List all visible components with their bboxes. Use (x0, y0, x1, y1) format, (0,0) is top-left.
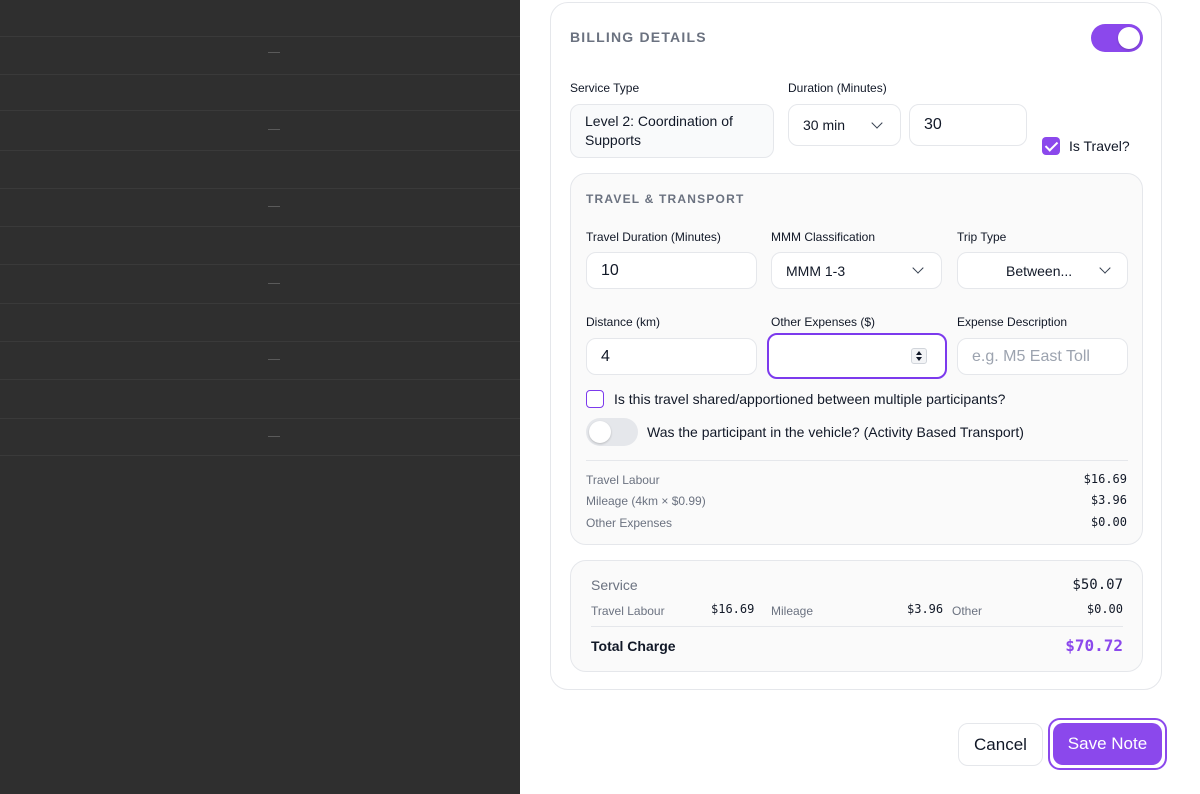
billing-details-title: BILLING DETAILS (570, 29, 707, 45)
backdrop-divider (0, 379, 520, 380)
backdrop-divider (0, 110, 520, 111)
duration-label: Duration (Minutes) (788, 81, 887, 95)
charge-summary: Service $50.07 Travel Labour $16.69 Mile… (570, 560, 1143, 672)
backdrop-dash (268, 283, 280, 284)
backdrop-divider (0, 36, 520, 37)
breakdown-divider (586, 460, 1128, 461)
other-expenses-label: Other Expenses ($) (771, 315, 876, 329)
backdrop-divider (0, 455, 520, 456)
summary-travel-labour-label: Travel Labour (591, 604, 665, 618)
service-value: $50.07 (1072, 577, 1123, 593)
backdrop-divider (0, 226, 520, 227)
mmm-select[interactable]: MMM 1-3 (771, 252, 942, 289)
mileage-value: $3.96 (1090, 493, 1127, 507)
expense-description-label: Expense Description (957, 315, 1068, 329)
is-travel-label: Is Travel? (1069, 138, 1130, 154)
service-label: Service (591, 577, 638, 593)
backdrop-divider (0, 418, 520, 419)
travel-duration-value: 10 (601, 261, 619, 279)
summary-mileage-value: $3.96 (907, 602, 944, 616)
travel-labour-label: Travel Labour (586, 473, 660, 487)
backdrop-divider (0, 341, 520, 342)
backdrop-divider (0, 264, 520, 265)
shared-travel-checkbox[interactable] (586, 390, 604, 408)
trip-type-value: Between... (1006, 262, 1073, 279)
total-charge-label: Total Charge (591, 638, 676, 654)
expense-description-input[interactable]: e.g. M5 East Toll (957, 338, 1128, 375)
save-note-button[interactable]: Save Note (1053, 723, 1162, 765)
mmm-value: MMM 1-3 (786, 262, 846, 279)
service-type-value: Level 2: Coordination of Supports (585, 113, 733, 148)
mmm-label: MMM Classification (771, 230, 876, 244)
billing-toggle[interactable] (1091, 24, 1143, 52)
distance-input[interactable]: 4 (586, 338, 757, 375)
travel-transport-title: TRAVEL & TRANSPORT (586, 192, 745, 206)
travel-duration-label: Travel Duration (Minutes) (586, 230, 721, 244)
summary-mileage-label: Mileage (771, 604, 814, 618)
shared-travel-label: Is this travel shared/apportioned betwee… (614, 391, 1006, 407)
backdrop-dash (268, 206, 280, 207)
backdrop-divider (0, 188, 520, 189)
summary-divider (591, 626, 1123, 627)
mileage-label: Mileage (4km × $0.99) (586, 494, 706, 508)
chevron-down-icon (1099, 262, 1111, 274)
trip-type-label: Trip Type (957, 230, 1007, 244)
backdrop-divider (0, 303, 520, 304)
billing-details-card: BILLING DETAILS Service Type Level 2: Co… (550, 2, 1162, 690)
service-type-label: Service Type (570, 81, 640, 95)
total-charge-value: $70.72 (1065, 636, 1123, 655)
activity-based-transport-toggle[interactable] (586, 418, 638, 446)
backdrop-dash (268, 436, 280, 437)
backdrop-divider (0, 150, 520, 151)
other-expenses-breakdown-label: Other Expenses (586, 516, 673, 530)
other-expenses-input[interactable] (767, 333, 947, 379)
backdrop-dash (268, 359, 280, 360)
duration-input[interactable]: 30 (909, 104, 1027, 146)
duration-input-value: 30 (924, 116, 942, 133)
toggle-knob (1118, 27, 1140, 49)
distance-label: Distance (km) (586, 315, 661, 329)
modal-backdrop[interactable] (0, 0, 520, 794)
summary-other-value: $0.00 (1086, 602, 1123, 616)
number-spinner-icon[interactable] (911, 348, 927, 364)
backdrop-dash (268, 129, 280, 130)
backdrop-divider (0, 74, 520, 75)
toggle-knob (589, 421, 611, 443)
cancel-button[interactable]: Cancel (958, 723, 1043, 766)
travel-labour-value: $16.69 (1083, 472, 1127, 486)
expense-description-placeholder: e.g. M5 East Toll (972, 347, 1090, 365)
duration-select[interactable]: 30 min (788, 104, 901, 146)
summary-travel-labour-value: $16.69 (711, 602, 755, 616)
note-panel: BILLING DETAILS Service Type Level 2: Co… (520, 0, 1200, 794)
trip-type-select[interactable]: Between... (957, 252, 1128, 289)
travel-transport-card: TRAVEL & TRANSPORT Travel Duration (Minu… (570, 173, 1143, 545)
activity-based-transport-label: Was the participant in the vehicle? (Act… (647, 424, 1024, 440)
duration-select-value: 30 min (803, 117, 846, 133)
other-expenses-breakdown-value: $0.00 (1090, 515, 1127, 529)
summary-other-label: Other (952, 604, 983, 618)
is-travel-checkbox[interactable] (1042, 137, 1060, 155)
chevron-down-icon (912, 262, 924, 274)
distance-value: 4 (601, 347, 610, 365)
backdrop-dash (268, 52, 280, 53)
service-type-field[interactable]: Level 2: Coordination of Supports (570, 104, 774, 158)
chevron-down-icon (871, 117, 883, 129)
travel-duration-input[interactable]: 10 (586, 252, 757, 289)
